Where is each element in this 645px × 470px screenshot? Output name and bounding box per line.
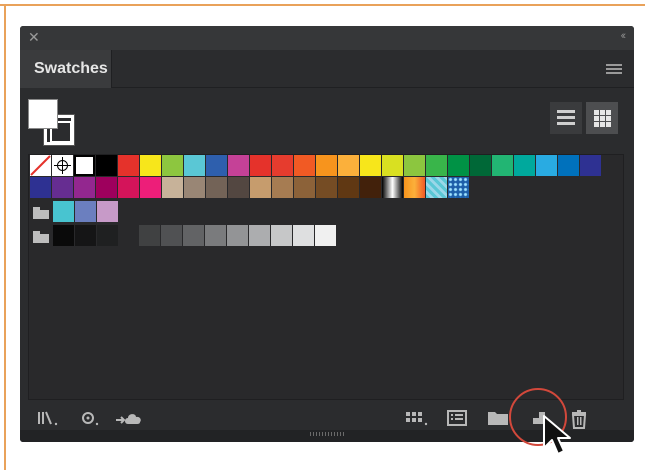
swatch[interactable] [580,155,601,176]
swatch[interactable] [162,177,183,198]
swatch[interactable] [316,177,337,198]
swatch[interactable] [74,155,95,176]
panel-menu-icon[interactable] [606,64,622,74]
swatch[interactable] [228,155,249,176]
group-swatch[interactable] [183,225,204,246]
group-swatch[interactable] [53,201,74,222]
color-group-folder-icon[interactable] [33,207,49,219]
swatches-panel: ✕ ‹‹ Swatches [20,26,634,442]
panel-titlebar[interactable]: ✕ ‹‹ [20,26,634,50]
swatch[interactable] [140,177,161,198]
group-swatch[interactable] [97,225,118,246]
swatch[interactable] [140,155,161,176]
collapse-icon[interactable]: ‹‹ [621,30,627,42]
swatch-options-grid-icon[interactable] [404,408,430,428]
swatch-grid [28,154,624,400]
swatch[interactable] [52,155,73,176]
swatch[interactable] [514,155,535,176]
show-kinds-icon[interactable] [80,408,102,428]
fill-color-swatch[interactable] [28,99,58,129]
group-swatch[interactable] [271,225,292,246]
swatch[interactable] [162,155,183,176]
orange-frame-top [0,4,645,6]
swatch[interactable] [404,177,425,198]
swatch[interactable] [272,155,293,176]
group-swatch[interactable] [293,225,314,246]
swatch[interactable] [426,155,447,176]
group-swatch[interactable] [75,225,96,246]
swatch[interactable] [272,177,293,198]
grayscale-group-folder-icon[interactable] [33,231,49,243]
list-view-button[interactable] [550,102,582,134]
swatch[interactable] [558,155,579,176]
swatch[interactable] [184,177,205,198]
orange-frame-left [4,4,6,470]
swatch[interactable] [536,155,557,176]
group-swatch[interactable] [227,225,248,246]
swatch-options-list-icon[interactable] [446,408,468,428]
swatch[interactable] [360,155,381,176]
swatch[interactable] [206,177,227,198]
tab-swatches[interactable]: Swatches [20,50,112,88]
swatch[interactable] [470,155,491,176]
swatch[interactable] [30,155,51,176]
swatch[interactable] [382,177,403,198]
swatch[interactable] [250,177,271,198]
swatch[interactable] [360,177,381,198]
swatch[interactable] [250,155,271,176]
swatch[interactable] [492,155,513,176]
new-group-folder-icon[interactable] [486,408,510,428]
cc-libraries-icon[interactable] [114,408,146,428]
swatch[interactable] [118,177,139,198]
swatch[interactable] [52,177,73,198]
swatch-libraries-icon[interactable] [36,408,62,428]
group-swatch[interactable] [75,201,96,222]
swatch[interactable] [448,177,469,198]
swatch[interactable] [338,155,359,176]
swatch[interactable] [382,155,403,176]
group-swatch[interactable] [97,201,118,222]
swatch[interactable] [206,155,227,176]
swatch[interactable] [30,177,51,198]
group-swatch[interactable] [315,225,336,246]
group-swatch[interactable] [161,225,182,246]
swatch[interactable] [448,155,469,176]
close-icon[interactable]: ✕ [28,29,40,45]
swatch[interactable] [118,155,139,176]
group-swatch[interactable] [53,225,74,246]
swatch[interactable] [316,155,337,176]
swatch[interactable] [338,177,359,198]
swatch[interactable] [228,177,249,198]
swatch[interactable] [184,155,205,176]
thumbnail-view-button[interactable] [586,102,618,134]
swatch[interactable] [74,177,95,198]
swatch[interactable] [426,177,447,198]
group-swatch[interactable] [249,225,270,246]
tab-swatches-label: Swatches [34,60,108,77]
swatch[interactable] [294,177,315,198]
group-swatch[interactable] [205,225,226,246]
swatch[interactable] [96,155,117,176]
swatch[interactable] [404,155,425,176]
swatch[interactable] [294,155,315,176]
group-swatch[interactable] [139,225,160,246]
mouse-cursor-icon [543,415,571,455]
swatch[interactable] [96,177,117,198]
tab-bar: Swatches [20,50,634,88]
